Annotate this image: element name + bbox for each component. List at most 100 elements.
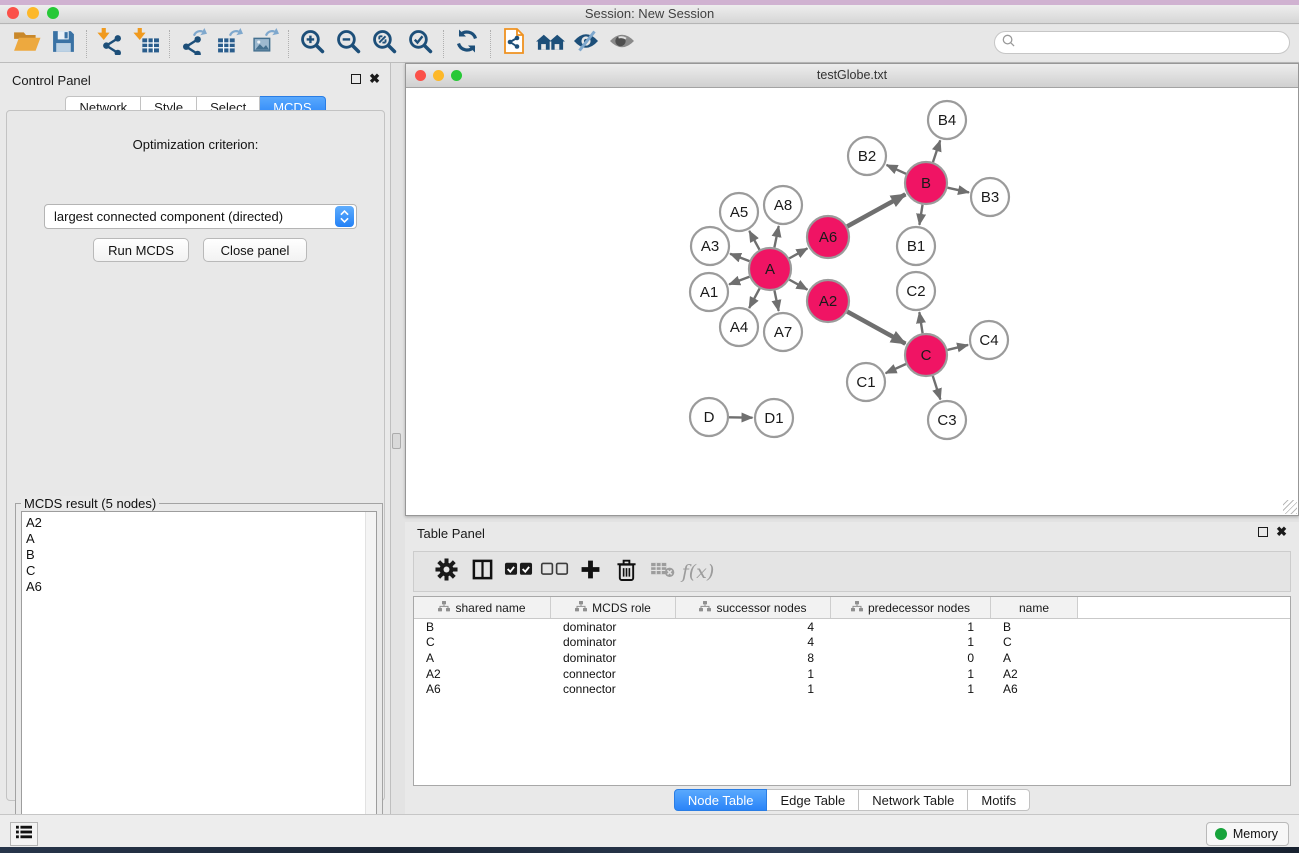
graph-node-B2[interactable]: B2	[848, 137, 886, 175]
mcds-result-item[interactable]: A6	[22, 579, 376, 595]
network-minimize-traffic-light[interactable]	[433, 70, 444, 81]
tab-motifs[interactable]: Motifs	[968, 789, 1030, 811]
graph-node-B4[interactable]: B4	[928, 101, 966, 139]
mcds-result-list[interactable]: A2ABCA6	[21, 511, 377, 842]
graph-edge-A-A1[interactable]	[729, 277, 749, 285]
tab-node-table[interactable]: Node Table	[674, 789, 768, 811]
mcds-result-item[interactable]: B	[22, 547, 376, 563]
column-header-shared-name[interactable]: shared name	[414, 597, 551, 618]
show-panels-button[interactable]	[604, 28, 640, 60]
graph-edge-A-A2[interactable]	[789, 280, 807, 290]
import-table-button[interactable]	[128, 28, 164, 60]
graph-edge-C-C1[interactable]	[886, 364, 906, 373]
graph-node-A3[interactable]: A3	[691, 227, 729, 265]
graph-node-A6[interactable]: A6	[807, 216, 849, 258]
mcds-result-item[interactable]: A2	[22, 515, 376, 531]
graph-node-A[interactable]: A	[749, 248, 791, 290]
graph-node-C2[interactable]: C2	[897, 272, 935, 310]
network-close-traffic-light[interactable]	[415, 70, 426, 81]
graph-edge-A-A6[interactable]	[789, 248, 807, 258]
export-table-button[interactable]	[211, 28, 247, 60]
graph-node-A5[interactable]: A5	[720, 193, 758, 231]
graph-node-B1[interactable]: B1	[897, 227, 935, 265]
column-header-predecessor-nodes[interactable]: predecessor nodes	[831, 597, 991, 618]
hide-panels-button[interactable]	[568, 28, 604, 60]
import-network-button[interactable]	[92, 28, 128, 60]
panel-splitter-grip[interactable]	[392, 433, 401, 449]
graph-node-C3[interactable]: C3	[928, 401, 966, 439]
home-view-button[interactable]	[532, 28, 568, 60]
network-canvas[interactable]: B4 B2 B B3 B1 A5A8A6 A3 A A1 A2 A4A7 C2 C C4 C1 C3 D D1	[406, 88, 1298, 515]
graph-edge-A6-B[interactable]	[847, 194, 905, 226]
tab-edge-table[interactable]: Edge Table	[767, 789, 859, 811]
column-header-name[interactable]: name	[991, 597, 1078, 618]
graph-node-A8[interactable]: A8	[764, 186, 802, 224]
minimize-traffic-light[interactable]	[27, 7, 39, 19]
graph-edge-A-A7[interactable]	[774, 291, 778, 311]
table-settings-button[interactable]	[428, 555, 464, 589]
graph-node-A2[interactable]: A2	[807, 280, 849, 322]
graph-edge-A-A4[interactable]	[749, 288, 759, 308]
float-panel-icon[interactable]	[351, 74, 361, 84]
network-zoom-traffic-light[interactable]	[451, 70, 462, 81]
deselect-all-button[interactable]	[536, 555, 572, 589]
graph-node-A4[interactable]: A4	[720, 308, 758, 346]
graph-edge-B-B1[interactable]	[919, 205, 922, 225]
search-input[interactable]	[1019, 36, 1289, 50]
zoom-in-button[interactable]	[294, 28, 330, 60]
graph-edge-C-C4[interactable]	[947, 345, 968, 350]
graph-node-A1[interactable]: A1	[690, 273, 728, 311]
clone-network-button[interactable]	[496, 28, 532, 60]
close-panel-button[interactable]: Close panel	[203, 238, 307, 262]
graph-node-C[interactable]: C	[905, 334, 947, 376]
tab-network-table[interactable]: Network Table	[859, 789, 968, 811]
zoom-out-button[interactable]	[330, 28, 366, 60]
open-file-button[interactable]	[9, 28, 45, 60]
column-header-successor-nodes[interactable]: successor nodes	[676, 597, 831, 618]
graph-edge-C-C2[interactable]	[919, 312, 922, 333]
search-field[interactable]	[994, 31, 1290, 54]
float-table-panel-icon[interactable]	[1258, 527, 1268, 537]
run-mcds-button[interactable]: Run MCDS	[93, 238, 189, 262]
graph-node-A7[interactable]: A7	[764, 313, 802, 351]
close-table-panel-icon[interactable]: ✖	[1276, 527, 1287, 537]
zoom-traffic-light[interactable]	[47, 7, 59, 19]
graph-node-C1[interactable]: C1	[847, 363, 885, 401]
save-session-button[interactable]	[45, 28, 81, 60]
graph-edge-B-B3[interactable]	[947, 188, 969, 193]
graph-edge-C-C3[interactable]	[933, 376, 941, 400]
graph-node-D1[interactable]: D1	[755, 399, 793, 437]
memory-button[interactable]: Memory	[1206, 822, 1289, 846]
table-row[interactable]: A2connector11A2	[414, 666, 1290, 682]
close-panel-icon[interactable]: ✖	[369, 74, 380, 84]
column-layout-button[interactable]	[464, 555, 500, 589]
graph-edge-B-B4[interactable]	[933, 140, 940, 162]
graph-edge-A-A5[interactable]	[749, 231, 759, 250]
select-all-button[interactable]	[500, 555, 536, 589]
graph-edge-B-B2[interactable]	[887, 165, 906, 174]
graph-edge-A2-C[interactable]	[847, 312, 905, 344]
refresh-view-button[interactable]	[449, 28, 485, 60]
column-header-MCDS-role[interactable]: MCDS role	[551, 597, 676, 618]
add-column-button[interactable]	[572, 555, 608, 589]
graph-edge-A-A8[interactable]	[774, 226, 778, 247]
zoom-fit-button[interactable]	[366, 28, 402, 60]
delete-column-button[interactable]	[608, 555, 644, 589]
graph-node-D[interactable]: D	[690, 398, 728, 436]
mcds-result-item[interactable]: A	[22, 531, 376, 547]
graph-node-C4[interactable]: C4	[970, 321, 1008, 359]
mcds-result-scrollbar[interactable]	[365, 512, 376, 841]
graph-node-B3[interactable]: B3	[971, 178, 1009, 216]
window-resize-grip[interactable]	[1283, 500, 1297, 514]
export-network-button[interactable]	[175, 28, 211, 60]
show-columns-button[interactable]	[10, 822, 38, 846]
graph-node-B[interactable]: B	[905, 162, 947, 204]
zoom-selected-button[interactable]	[402, 28, 438, 60]
optimization-criterion-select[interactable]: largest connected component (directed)	[44, 204, 357, 229]
table-row[interactable]: Cdominator41C	[414, 635, 1290, 651]
table-row[interactable]: A6connector11A6	[414, 681, 1290, 697]
graph-edge-A-A3[interactable]	[730, 254, 749, 261]
table-row[interactable]: Bdominator41B	[414, 619, 1290, 635]
mcds-result-item[interactable]: C	[22, 563, 376, 579]
table-row[interactable]: Adominator80A	[414, 650, 1290, 666]
